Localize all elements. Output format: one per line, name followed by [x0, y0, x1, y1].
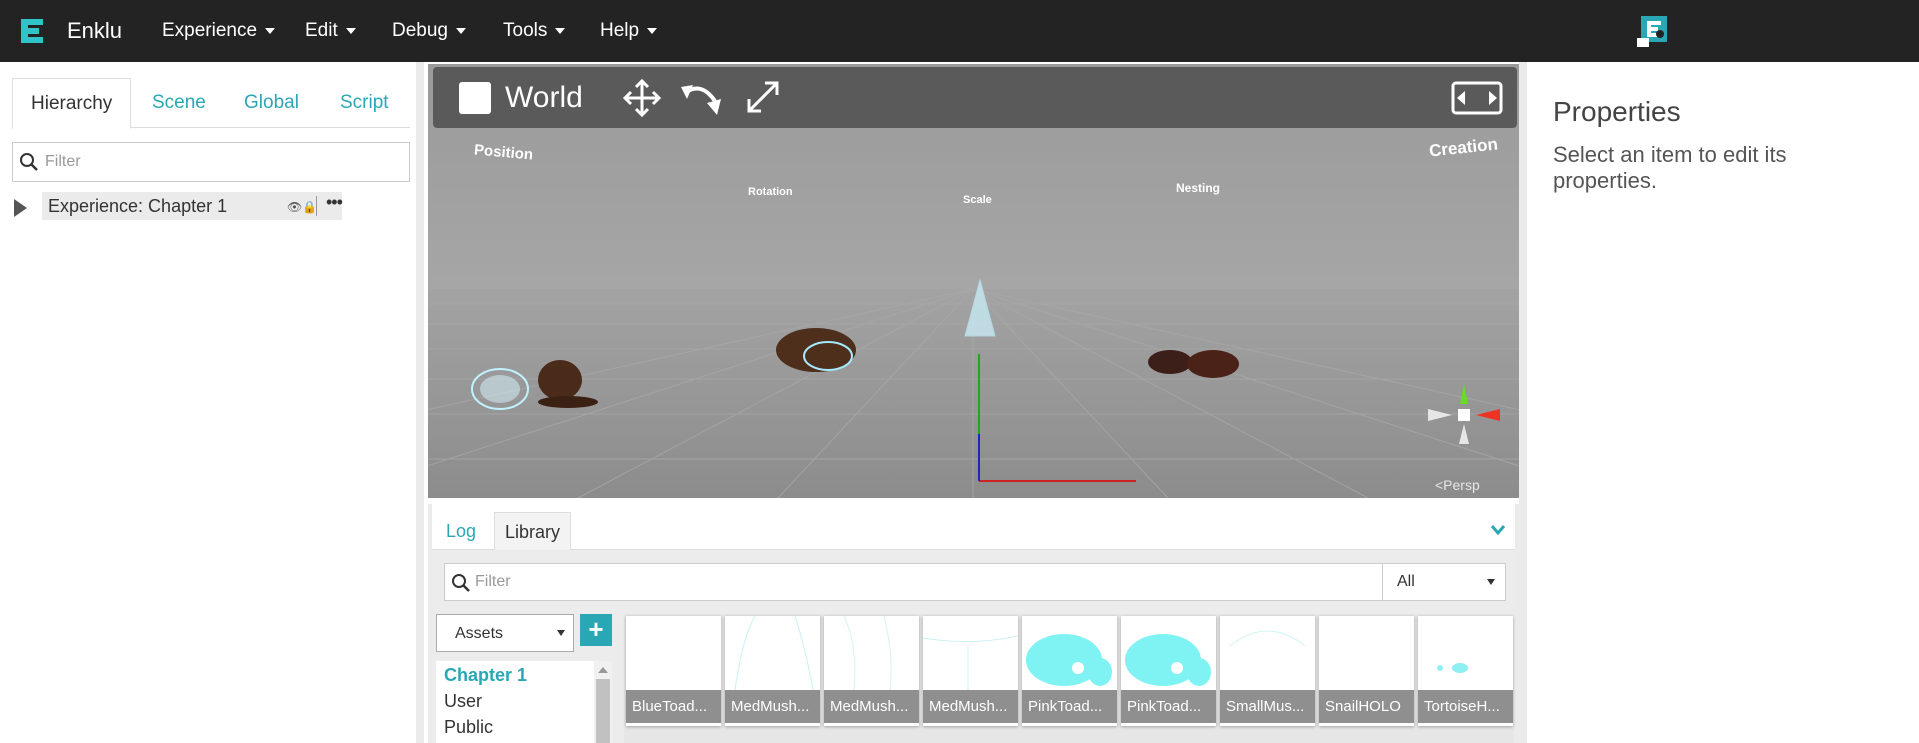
asset-thumbnail [843, 616, 892, 690]
dropdown-arrow-icon [1487, 579, 1495, 585]
asset-source-select[interactable]: Assets [436, 614, 574, 652]
expand-arrow-icon[interactable] [14, 199, 27, 217]
tab-global[interactable]: Global [244, 78, 299, 128]
divider [316, 196, 317, 216]
asset-label: PinkToad... [1022, 690, 1117, 723]
asset-thumbnail [1437, 663, 1468, 673]
scroll-up-icon[interactable] [598, 667, 608, 673]
user-avatar-icon[interactable] [1637, 14, 1669, 48]
chevron-down-icon[interactable] [1490, 524, 1506, 536]
asset-label: BlueToad... [626, 690, 721, 723]
tab-library[interactable]: Library [494, 512, 572, 550]
app-brand: Enklu [67, 18, 123, 43]
tree-item-label: Experience: Chapter 1 [48, 196, 228, 216]
rotate-tool-icon[interactable] [679, 77, 725, 121]
properties-panel: Properties Select an item to edit its pr… [1519, 62, 1919, 743]
left-panel-tabs: Hierarchy Scene Global Script [12, 78, 410, 129]
asset-tile[interactable]: MedMush... [824, 616, 919, 726]
world-label: World [505, 81, 583, 114]
asset-tile[interactable]: PinkToad... [1121, 616, 1216, 726]
scroll-thumb[interactable] [596, 679, 610, 743]
visibility-lock-icons[interactable]: 👁🔒 [287, 200, 317, 214]
asset-tile[interactable]: SmallMus... [1220, 616, 1315, 726]
asset-type-value: All [1397, 573, 1415, 590]
menu-experience[interactable]: Experience [162, 20, 276, 42]
asset-label: SnailHOLO [1319, 690, 1414, 723]
hierarchy-panel: Hierarchy Scene Global Script Experience… [0, 62, 424, 743]
more-options-button[interactable]: ••• [326, 192, 343, 213]
world-checkbox[interactable] [459, 82, 491, 114]
properties-title: Properties [1553, 96, 1681, 127]
source-item-chapter-1[interactable]: Chapter 1 [444, 665, 527, 686]
search-icon [452, 574, 470, 592]
tree-row: Experience: Chapter 1 👁🔒 ••• [12, 192, 343, 222]
asset-label: TortoiseH... [1418, 690, 1513, 723]
tab-hierarchy[interactable]: Hierarchy [12, 78, 132, 129]
viewport-toolbar: World [433, 67, 1517, 128]
library-panel: Log Library All Assets + Chapter 1 User … [428, 504, 1519, 743]
chevron-down-icon [555, 27, 566, 34]
scale-tool-icon[interactable] [743, 77, 783, 117]
bottom-panel-tabs: Log Library [432, 504, 1515, 550]
tab-scene[interactable]: Scene [152, 78, 206, 128]
menu-tools[interactable]: Tools [503, 20, 566, 42]
tab-script[interactable]: Script [340, 78, 389, 128]
hierarchy-filter [12, 142, 410, 182]
chevron-down-icon [456, 27, 466, 34]
asset-grid: BlueToad... MedMush... MedMush... MedMus… [624, 614, 1514, 743]
top-menu-bar: Enklu Experience Edit Debug Tools Help [0, 0, 1919, 62]
asset-tile[interactable]: PinkToad... [1022, 616, 1117, 726]
asset-thumbnail [1026, 634, 1112, 686]
asset-thumbnail [1319, 616, 1414, 690]
source-list-scrollbar[interactable] [594, 661, 612, 743]
asset-tile[interactable]: MedMush... [923, 616, 1018, 726]
asset-source-value: Assets [455, 625, 504, 642]
enklu-logo-icon[interactable] [17, 15, 47, 47]
asset-tile[interactable]: TortoiseH... [1418, 616, 1513, 726]
add-asset-button[interactable]: + [580, 614, 612, 646]
source-item-user[interactable]: User [444, 691, 482, 712]
asset-thumbnail [1229, 630, 1306, 647]
properties-hint: Select an item to edit its properties. [1553, 142, 1787, 193]
asset-label: MedMush... [725, 690, 820, 723]
library-filter [444, 563, 1390, 601]
chevron-down-icon [265, 27, 276, 34]
source-list: Chapter 1 User Public [436, 661, 612, 743]
menu-edit[interactable]: Edit [305, 20, 356, 42]
chevron-down-icon [345, 27, 356, 34]
tab-log[interactable]: Log [446, 512, 476, 550]
asset-tile[interactable]: BlueToad... [626, 616, 721, 726]
tree-item-experience[interactable]: Experience: Chapter 1 👁🔒 ••• [42, 192, 343, 220]
scene-viewport[interactable]: Position Rotation Scale Nesting Creation… [428, 64, 1519, 498]
search-icon [20, 153, 38, 171]
source-item-public[interactable]: Public [444, 717, 493, 738]
asset-tile[interactable]: SnailHOLO [1319, 616, 1414, 726]
asset-label: MedMush... [824, 690, 919, 723]
dropdown-arrow-icon [557, 630, 565, 636]
scene-label-rotation: Rotation [748, 186, 793, 198]
chevron-down-icon [647, 27, 658, 34]
asset-thumbnail [626, 616, 721, 690]
library-filter-input[interactable] [475, 570, 1375, 594]
scene-label-nesting: Nesting [1176, 181, 1221, 195]
asset-thumbnail [923, 635, 1018, 690]
asset-type-select[interactable]: All [1382, 563, 1506, 601]
perspective-label[interactable]: <Persp [1435, 477, 1480, 493]
library-content: All Assets + Chapter 1 User Public BlueT… [432, 551, 1515, 743]
asset-tile[interactable]: MedMush... [725, 616, 820, 726]
move-tool-icon[interactable] [621, 77, 663, 119]
menu-debug[interactable]: Debug [392, 20, 466, 42]
scene-render [428, 64, 1519, 498]
fullscreen-icon[interactable] [1451, 81, 1503, 115]
asset-label: MedMush... [923, 690, 1018, 723]
hierarchy-filter-input[interactable] [45, 149, 395, 175]
asset-thumbnail [1125, 634, 1211, 686]
asset-thumbnail [734, 616, 814, 690]
asset-label: SmallMus... [1220, 690, 1315, 723]
menu-help[interactable]: Help [600, 20, 658, 42]
scene-label-scale: Scale [963, 194, 992, 206]
asset-label: PinkToad... [1121, 690, 1216, 723]
